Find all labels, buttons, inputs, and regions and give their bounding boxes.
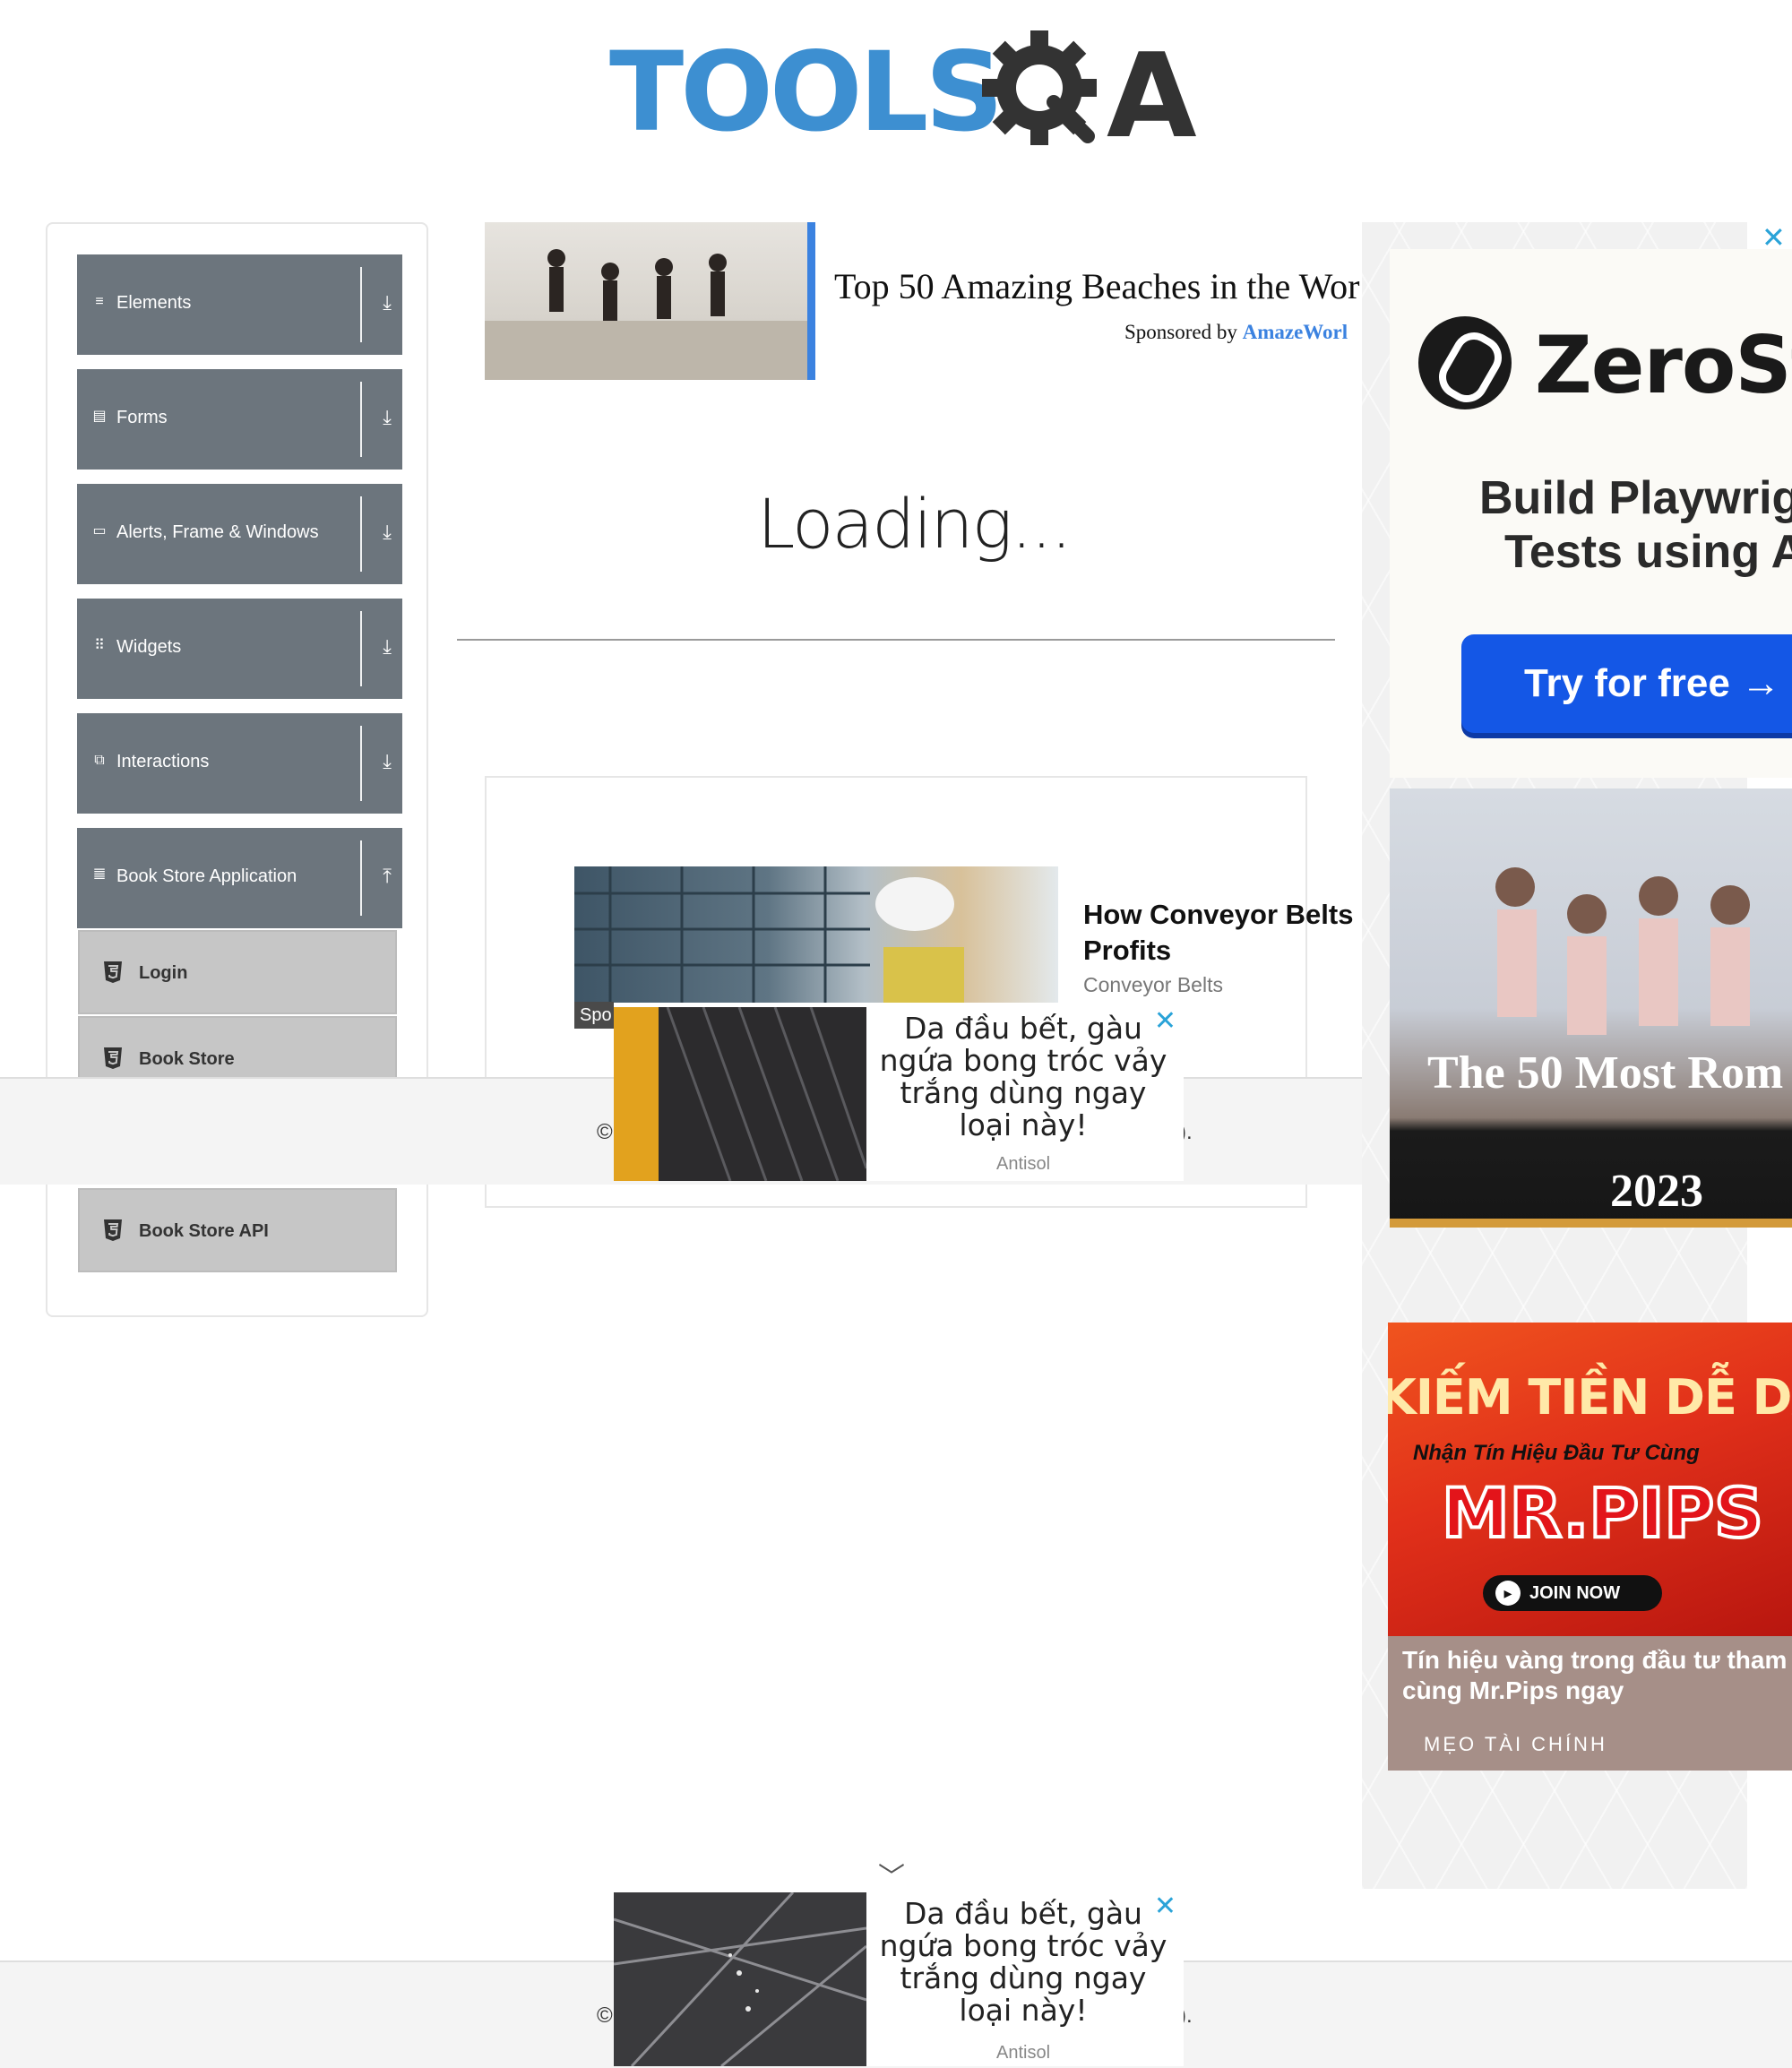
group-label: Widgets [116, 637, 182, 657]
divider [360, 496, 362, 572]
sponsored-ad-beaches[interactable]: Top 50 Amazing Beaches in the Wor Sponso… [485, 222, 1381, 380]
ad-text[interactable]: Da đầu bết, gàu ngứa bong tróc vảy trắng… [870, 1012, 1176, 1142]
ad-image [1495, 867, 1750, 1035]
html5-icon [103, 961, 123, 986]
sidebar-item-label: Book Store [139, 1049, 235, 1069]
sidebar-item-label: Login [139, 963, 188, 983]
sponsor-name[interactable]: AmazeWorl [1243, 321, 1348, 343]
footer-copyright: © [597, 2003, 613, 2028]
html5-icon [103, 1047, 123, 1072]
group-label: Interactions [116, 752, 210, 771]
group-label: Forms [116, 408, 168, 427]
ad-image [485, 222, 807, 380]
party-ad[interactable]: The 50 Most Rom 2023 [1390, 788, 1792, 1228]
expand-down-icon[interactable]: ⤓ [383, 292, 392, 314]
gear-icon [982, 30, 1097, 145]
ad-text[interactable]: Da đầu bết, gàu ngứa bong tróc vảy trắng… [870, 1898, 1176, 2027]
expand-down-icon[interactable]: ⤓ [383, 751, 392, 772]
group-widgets[interactable]: ⠿ Widgets ⤓ [77, 599, 402, 699]
collapse-up-icon[interactable]: ⤒ [383, 866, 392, 887]
group-book-store-application[interactable]: 𝍤 Book Store Application ⤒ [77, 828, 402, 928]
html5-icon [103, 1219, 123, 1244]
expand-down-icon[interactable]: ⤓ [383, 521, 392, 543]
ad-brand: ZeroSt [1535, 319, 1792, 411]
ad-title: The 50 Most Rom [1427, 1047, 1784, 1099]
toolsqa-logo[interactable]: TOOLS A [609, 25, 1197, 168]
conveyor-ad-title[interactable]: How Conveyor Belts Profits [1083, 897, 1388, 969]
ad-headline: KIẾM TIỀN DỄ DÀNG [1388, 1369, 1792, 1426]
divider [360, 840, 362, 916]
expand-down-icon[interactable]: ⤓ [383, 636, 392, 658]
loading-text: Loading... [757, 484, 1073, 564]
ad-brand: MR.PIPS [1440, 1471, 1765, 1555]
try-for-free-button[interactable]: Try for free → [1461, 634, 1792, 733]
sidebar-item-login[interactable]: Login [78, 930, 397, 1014]
sidebar-item-book-store-api[interactable]: Book Store API [78, 1188, 397, 1272]
button-label: Try for free → [1524, 661, 1781, 705]
divider [360, 726, 362, 801]
group-alerts-frame-windows[interactable]: ▭ Alerts, Frame & Windows ⤓ [77, 484, 402, 584]
divider [457, 639, 1335, 641]
logo-tools-text: TOOLS [609, 29, 1004, 156]
conveyor-ad-image[interactable] [574, 866, 1058, 1003]
ad-image [614, 1007, 868, 1181]
sponsored-tag: Spo [574, 1002, 614, 1029]
chevron-down-icon[interactable]: ﹀ [878, 1855, 905, 1894]
ad-brand: Antisol [995, 1154, 1051, 1174]
close-icon[interactable]: ✕ [1154, 1007, 1176, 1037]
ad-title[interactable]: Top 50 Amazing Beaches in the Wor [834, 265, 1359, 307]
sidebar-item-label: Book Store API [139, 1221, 269, 1241]
group-forms[interactable]: ▤ Forms ⤓ [77, 369, 402, 470]
group-interactions[interactable]: ⧉ Interactions ⤓ [77, 713, 402, 814]
divider [360, 611, 362, 686]
divider [360, 382, 362, 457]
form-icon: ▤ [92, 409, 107, 424]
window-icon: ▭ [92, 523, 107, 539]
antisol-ad[interactable]: Da đầu bết, gàu ngứa bong tróc vảy trắng… [614, 1007, 1184, 1181]
mr-pips-ad[interactable]: KIẾM TIỀN DỄ DÀNG Nhận Tín Hiệu Đầu Tư C… [1388, 1323, 1792, 1771]
group-label: Elements [116, 293, 192, 313]
ad-headline-line1: Build Playwrig [1479, 472, 1792, 524]
close-icon[interactable]: ✕ [1154, 1892, 1176, 1922]
conveyor-ad-subtitle: Conveyor Belts [1083, 973, 1223, 996]
group-label: Alerts, Frame & Windows [116, 522, 319, 542]
antisol-ad-bottom[interactable]: Da đầu bết, gàu ngứa bong tróc vảy trắng… [614, 1892, 1184, 2066]
zerostep-ad[interactable]: ZeroSt Build Playwrig Tests using A Try … [1390, 249, 1792, 778]
ad-headline-line2: Tests using A [1504, 526, 1792, 578]
footer-copyright: © [597, 1120, 613, 1144]
ad-image [614, 1892, 867, 2066]
expand-down-icon[interactable]: ⤓ [383, 407, 392, 428]
ad-subline: Nhận Tín Hiệu Đầu Tư Cùng [1413, 1441, 1700, 1465]
divider [360, 267, 362, 342]
widgets-icon: ⠿ [94, 638, 105, 653]
ad-sponsor: Sponsored by AmazeWorl [1124, 321, 1348, 344]
group-label: Book Store Application [116, 866, 297, 886]
ad-accent-bar [807, 222, 815, 380]
interactions-icon: ⧉ [94, 753, 105, 768]
sponsor-prefix: Sponsored by [1124, 321, 1237, 343]
ad-text[interactable]: Tín hiệu vàng trong đầu tư tham cùng Mr.… [1402, 1645, 1792, 1706]
menu-icon: ≡ [95, 294, 104, 309]
group-elements[interactable]: ≡ Elements ⤓ [77, 254, 402, 355]
ad-category: MẸO TÀI CHÍNH [1424, 1733, 1607, 1755]
logo-a-text: A [1107, 28, 1197, 164]
ad-accent-bar [1390, 1219, 1792, 1228]
zerostep-logo-icon [1418, 316, 1512, 409]
ad-year: 2023 [1610, 1166, 1703, 1217]
join-now-button[interactable]: JOIN NOW [1483, 1575, 1662, 1611]
books-icon: 𝍤 [93, 867, 106, 883]
ad-brand: Antisol [995, 2043, 1051, 2063]
